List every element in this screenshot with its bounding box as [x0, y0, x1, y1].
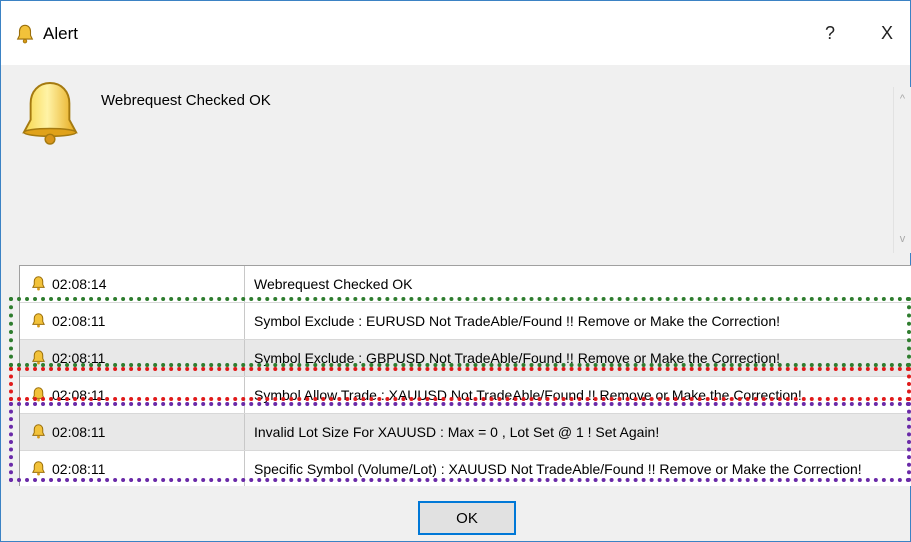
time-cell: 02:08:11 [20, 340, 245, 376]
bell-icon [30, 275, 47, 292]
bell-icon [30, 386, 47, 403]
row-time: 02:08:11 [52, 461, 106, 477]
table-row[interactable]: 02:08:11 Symbol Allow Trade : XAUUSD Not… [20, 377, 911, 414]
time-cell: 02:08:11 [20, 377, 245, 413]
alert-message: Webrequest Checked OK [101, 92, 271, 109]
table-row[interactable]: 02:08:11 Symbol Exclude : GBPUSD Not Tra… [20, 340, 911, 377]
row-time: 02:08:11 [52, 424, 106, 440]
alert-window: Alert ? X Webrequest Checked OK ^ v 02:0… [0, 0, 911, 542]
time-cell: 02:08:11 [20, 451, 245, 486]
bell-icon [30, 349, 47, 366]
bell-icon [19, 79, 81, 147]
row-time: 02:08:11 [52, 313, 106, 329]
bell-icon [30, 423, 47, 440]
row-message: Symbol Exclude : EURUSD Not TradeAble/Fo… [254, 313, 780, 329]
row-message: Symbol Exclude : GBPUSD Not TradeAble/Fo… [254, 350, 781, 366]
row-time: 02:08:14 [52, 276, 107, 292]
time-cell: 02:08:11 [20, 303, 245, 339]
table-row[interactable]: 02:08:11 Symbol Exclude : EURUSD Not Tra… [20, 303, 911, 340]
bell-icon [30, 460, 47, 477]
chevron-up-icon[interactable]: ^ [894, 91, 911, 107]
alert-log-table: 02:08:14 Webrequest Checked OK 02:08:11 … [19, 265, 911, 486]
table-row[interactable]: 02:08:11 Specific Symbol (Volume/Lot) : … [20, 451, 911, 486]
message-scrollbar[interactable]: ^ v [893, 87, 911, 253]
row-message: Symbol Allow Trade : XAUUSD Not TradeAbl… [254, 387, 802, 403]
row-message: Invalid Lot Size For XAUUSD : Max = 0 , … [254, 424, 660, 440]
window-title: Alert [43, 24, 78, 43]
row-message: Specific Symbol (Volume/Lot) : XAUUSD No… [254, 461, 862, 477]
row-time: 02:08:11 [52, 350, 106, 366]
help-button[interactable]: ? [813, 17, 847, 49]
time-cell: 02:08:11 [20, 414, 245, 450]
ok-button[interactable]: OK [418, 501, 516, 535]
bell-icon [14, 23, 36, 45]
row-time: 02:08:11 [52, 387, 106, 403]
row-message: Webrequest Checked OK [254, 276, 413, 292]
chevron-down-icon[interactable]: v [894, 231, 911, 247]
close-button[interactable]: X [867, 17, 907, 49]
title-bar: Alert ? X [1, 1, 910, 65]
time-cell: 02:08:14 [20, 266, 245, 302]
bell-icon [30, 312, 47, 329]
table-row[interactable]: 02:08:11 Invalid Lot Size For XAUUSD : M… [20, 414, 911, 451]
table-row[interactable]: 02:08:14 Webrequest Checked OK [20, 266, 911, 303]
